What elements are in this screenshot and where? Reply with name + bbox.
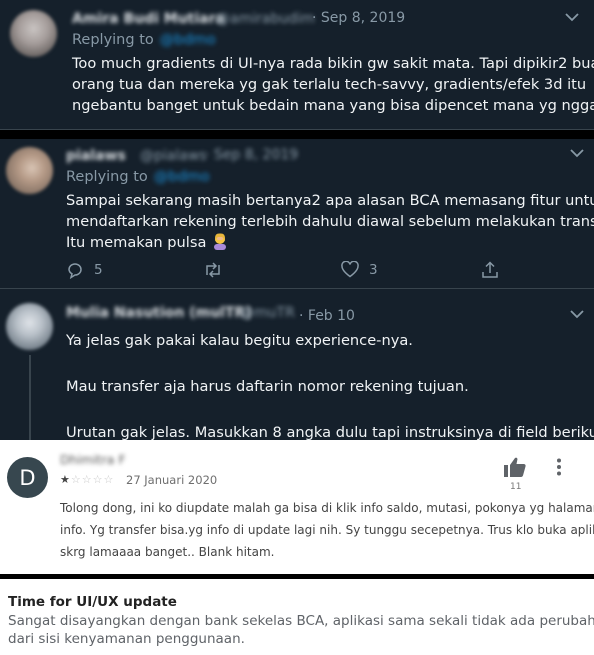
author-name[interactable]: Mulia Nasution (mulTR) <box>66 305 252 321</box>
author-name[interactable]: Amira Budi Mutiara <box>72 11 225 27</box>
replying-handle[interactable]: @bdmo <box>154 169 210 185</box>
person-facepalming-icon <box>211 232 229 256</box>
replying-label: Replying to <box>72 32 154 48</box>
like-count: 3 <box>369 261 378 278</box>
review-body: Sangat disayangkan dengan bank sekelas B… <box>8 612 594 648</box>
tweet-2[interactable]: pialaws @pialaws · Sep 8, 2019 Replying … <box>0 139 594 289</box>
heart-icon <box>341 261 359 278</box>
share-icon <box>482 261 498 278</box>
divider <box>0 130 594 139</box>
chevron-down-icon[interactable] <box>570 309 584 319</box>
review-date: 27 Januari 2020 <box>126 473 218 487</box>
review-line: skrg lamaaaa banget.. Blank hitam. <box>60 545 275 559</box>
review-line: info. Yg transfer bisa.yg info di update… <box>60 523 594 537</box>
review-body-line: Sangat disayangkan dengan bank sekelas B… <box>8 613 594 629</box>
more-vert-icon[interactable] <box>556 458 562 480</box>
tweet-line: orang tua dan mereka yg gak terlalu tech… <box>72 76 587 93</box>
author-handle[interactable]: @pialaws <box>140 148 207 164</box>
tweet-line: ngebantu banget untuk bedain mana yang b… <box>72 97 594 114</box>
retweet-icon <box>206 262 220 278</box>
avatar[interactable] <box>10 10 57 57</box>
review-text: Tolong dong, ini ko diupdate malah ga bi… <box>60 497 594 563</box>
tweet-line: Too much gradients di UI-nya rada bikin … <box>72 55 594 72</box>
author-handle[interactable]: @amirabudim <box>216 11 315 27</box>
star-rating: ★☆☆☆☆ <box>60 473 114 486</box>
review-title: Time for UI/UX update <box>8 594 177 610</box>
helpful-count: 11 <box>510 482 522 492</box>
thumbs-up-icon[interactable] <box>503 456 527 482</box>
tweet-line <box>66 398 594 421</box>
avatar-letter: D <box>19 465 36 490</box>
tweet-line <box>66 352 594 375</box>
tweet-date[interactable]: · Feb 10 <box>299 308 355 324</box>
tweet-date[interactable]: · Sep 8, 2019 <box>312 10 405 26</box>
author-name[interactable]: pialaws <box>66 148 126 164</box>
tweet-line: Itu memakan pulsa <box>66 232 594 256</box>
star-rating-text: ★☆☆☆☆ <box>60 473 115 486</box>
reply-icon <box>68 263 82 279</box>
review-body-line: dari sisi kenyamanan penggunaan. <box>8 631 245 647</box>
tweet-line: mendaftarkan rekening terlebih dahulu di… <box>66 213 594 230</box>
tweet-line: Ya jelas gak pakai kalau begitu experien… <box>66 332 413 349</box>
retweet-button[interactable] <box>203 261 233 279</box>
avatar[interactable] <box>6 147 53 194</box>
review-author: Dhimitra F <box>60 452 126 467</box>
review-line: Tolong dong, ini ko diupdate malah ga bi… <box>60 501 594 515</box>
tweet-text: Too much gradients di UI-nya rada bikin … <box>72 53 594 116</box>
author-handle[interactable]: @muTR <box>240 305 295 321</box>
replying-to: Replying to @bdmo <box>72 32 216 48</box>
chevron-down-icon[interactable] <box>565 12 579 22</box>
chevron-down-icon[interactable] <box>570 148 584 158</box>
replying-label: Replying to <box>66 169 148 185</box>
avatar: D <box>7 457 48 498</box>
tweet-line: Urutan gak jelas. Masukkan 8 angka dulu … <box>66 424 594 440</box>
reply-button[interactable]: 5 <box>66 261 103 279</box>
thread-line <box>29 355 31 440</box>
tweet-line: Mau transfer aja harus daftarin nomor re… <box>66 378 469 395</box>
tweet-text: Sampai sekarang masih bertanya2 apa alas… <box>66 190 594 256</box>
tweet-text: Ya jelas gak pakai kalau begitu experien… <box>66 329 594 440</box>
replying-to: Replying to @bdmo <box>66 169 210 185</box>
reply-count: 5 <box>94 262 103 278</box>
tweet-line: Sampai sekarang masih bertanya2 apa alas… <box>66 192 594 209</box>
tweet-3[interactable]: Mulia Nasution (mulTR) @muTR · Feb 10 Ya… <box>0 289 594 440</box>
tweet-line-text: Itu memakan pulsa <box>66 234 207 251</box>
tweet-1[interactable]: Amira Budi Mutiara @amirabudim · Sep 8, … <box>0 0 594 130</box>
share-button[interactable] <box>481 261 499 279</box>
replying-handle[interactable]: @bdmo <box>160 32 216 48</box>
like-button[interactable]: 3 <box>341 261 378 278</box>
tweet-date[interactable]: · Sep 8, 2019 <box>205 147 298 163</box>
avatar[interactable] <box>6 303 53 350</box>
